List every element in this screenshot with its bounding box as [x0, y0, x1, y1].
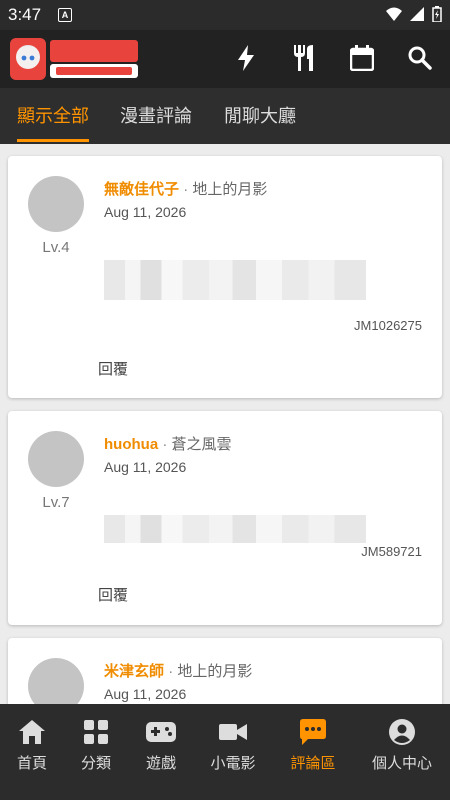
comic-title[interactable]: 地上的月影 — [192, 181, 267, 198]
app-bar — [0, 30, 450, 88]
profile-icon — [389, 719, 415, 745]
comment-card: 米津玄師 · 地上的月影 Aug 11, 2026 — [8, 638, 442, 704]
comment-date: Aug 11, 2026 — [104, 204, 187, 220]
comment-card: Lv.7 huohua · 蒼之風雲 Aug 11, 2026 JM589721… — [8, 411, 442, 625]
home-icon — [19, 720, 45, 744]
nav-games[interactable]: 遊戲 — [128, 704, 194, 800]
comment-date: Aug 11, 2026 — [104, 459, 187, 475]
notification-badge-icon: A — [58, 8, 72, 22]
status-bar: 3:47 A — [0, 0, 450, 30]
content-id-link[interactable]: JM1026275 — [354, 318, 422, 333]
nav-comments-label: 評論區 — [290, 755, 336, 772]
system-icons — [386, 6, 442, 22]
username[interactable]: 米津玄師 — [104, 663, 164, 680]
comment-header: 無敵佳代子 · 地上的月影 — [104, 178, 267, 199]
separator: · — [183, 181, 189, 198]
separator: · — [168, 663, 174, 680]
user-level: Lv.7 — [42, 494, 70, 511]
grid-icon — [84, 720, 108, 744]
content-id-link[interactable]: JM589721 — [361, 544, 422, 559]
reply-button[interactable]: 回覆 — [98, 584, 128, 605]
tab-show-all[interactable]: 顯示全部 — [17, 88, 89, 144]
battery-icon — [432, 6, 442, 22]
tab-bar: 顯示全部 漫畫評論 閒聊大廳 — [0, 88, 450, 144]
separator: · — [162, 436, 168, 453]
nav-home-label: 首頁 — [16, 755, 47, 772]
username[interactable]: 無敵佳代子 — [104, 181, 179, 198]
signal-icon — [410, 7, 424, 21]
gamepad-icon — [146, 722, 176, 742]
comic-title[interactable]: 地上的月影 — [177, 663, 252, 680]
reply-button[interactable]: 回覆 — [98, 358, 128, 379]
blurred-comment-content — [104, 260, 366, 300]
comment-icon — [300, 719, 326, 745]
avatar[interactable] — [28, 658, 84, 704]
tab-chat-hall[interactable]: 閒聊大廳 — [224, 88, 296, 144]
nav-games-label: 遊戲 — [145, 755, 176, 772]
nav-videos-label: 小電影 — [210, 755, 256, 772]
user-level: Lv.4 — [42, 239, 70, 256]
nav-category[interactable]: 分類 — [64, 704, 128, 800]
comic-logo-icon[interactable] — [10, 38, 138, 80]
calendar-icon[interactable] — [348, 44, 376, 72]
blurred-comment-content — [104, 515, 366, 543]
nav-comments[interactable]: 評論區 — [272, 704, 354, 800]
comment-card: Lv.4 無敵佳代子 · 地上的月影 Aug 11, 2026 JM102627… — [8, 156, 442, 398]
comment-header: huohua · 蒼之風雲 — [104, 433, 232, 454]
username[interactable]: huohua — [104, 436, 158, 453]
wifi-icon — [386, 7, 402, 21]
comment-header: 米津玄師 · 地上的月影 — [104, 660, 252, 681]
nav-profile[interactable]: 個人中心 — [354, 704, 450, 800]
video-icon — [219, 724, 247, 740]
search-icon[interactable] — [406, 44, 434, 72]
avatar[interactable] — [28, 176, 84, 232]
nav-category-label: 分類 — [80, 755, 111, 772]
utensils-icon[interactable] — [290, 44, 318, 72]
comment-date: Aug 11, 2026 — [104, 686, 187, 702]
status-time: 3:47 — [8, 5, 42, 24]
nav-home[interactable]: 首頁 — [0, 704, 64, 800]
nav-videos[interactable]: 小電影 — [194, 704, 272, 800]
avatar[interactable] — [28, 431, 84, 487]
bottom-nav: 首頁 分類 遊戲 小電影 評論區 個人中心 — [0, 704, 450, 800]
tab-comic-reviews[interactable]: 漫畫評論 — [120, 88, 192, 144]
nav-profile-label: 個人中心 — [371, 755, 432, 772]
comic-title[interactable]: 蒼之風雲 — [172, 436, 232, 453]
comment-feed[interactable]: Lv.4 無敵佳代子 · 地上的月影 Aug 11, 2026 JM102627… — [0, 144, 450, 704]
lightning-icon[interactable] — [232, 44, 260, 72]
